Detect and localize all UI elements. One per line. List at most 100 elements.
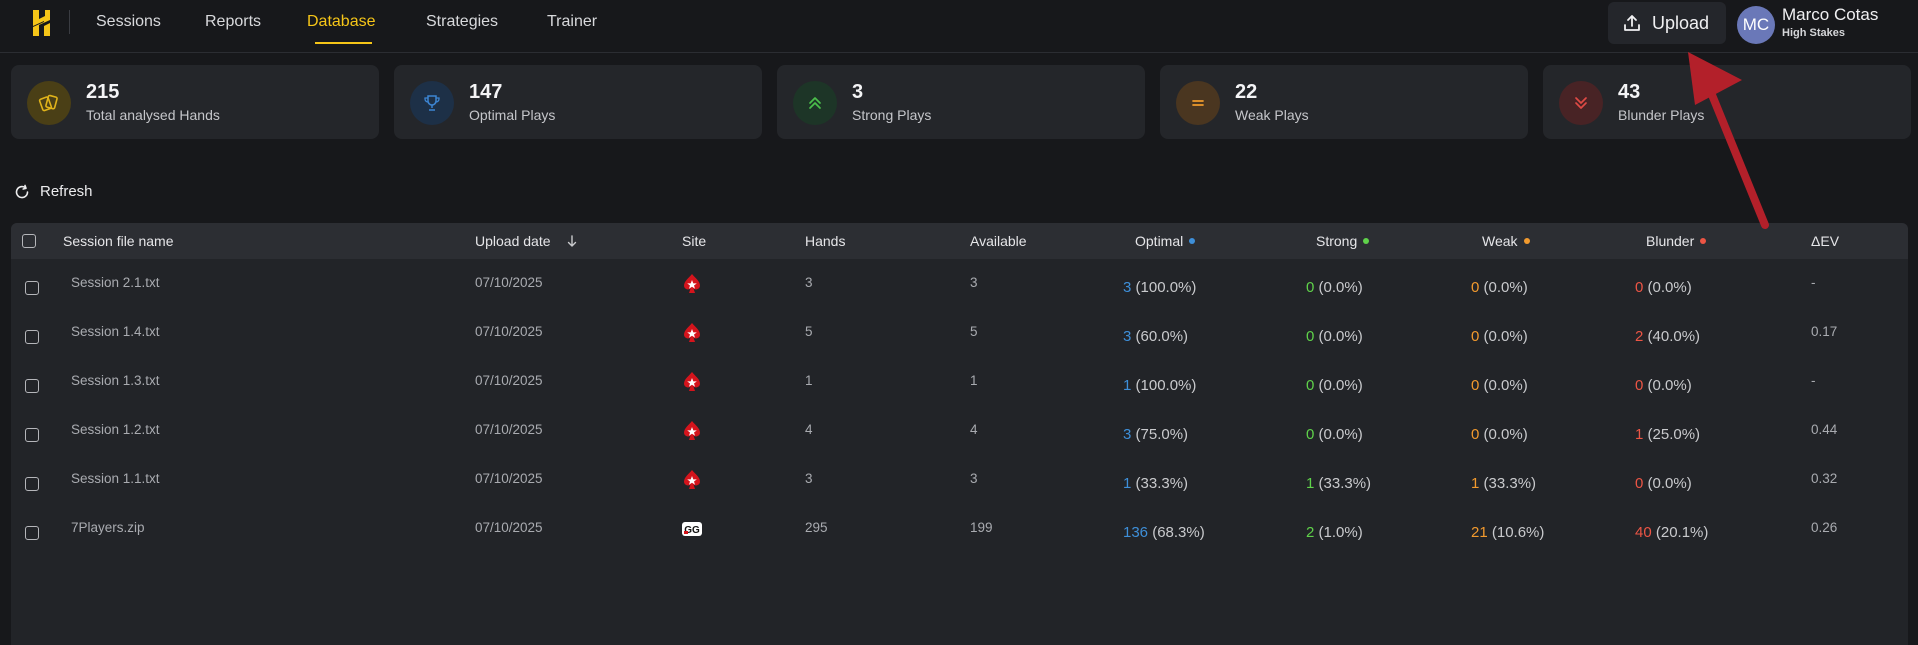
upload-label: Upload [1652, 12, 1710, 33]
strong-cell: 0 (0.0%) [1306, 328, 1363, 345]
upload-date: 07/10/2025 [475, 520, 543, 535]
table-row[interactable]: Session 1.2.txt 07/10/2025 4 4 3 (75.0%) 0 (0… [11, 414, 1908, 462]
weak-percent: (33.3%) [1483, 475, 1537, 492]
weak-percent: (0.0%) [1483, 328, 1528, 345]
delta-ev: 0.32 [1811, 471, 1838, 486]
weak-count: 0 [1471, 426, 1480, 443]
user-name[interactable]: Marco Cotas [1782, 5, 1878, 25]
header-file-name[interactable]: Session file name [63, 233, 174, 249]
row-checkbox[interactable] [25, 330, 39, 344]
row-checkbox[interactable] [25, 281, 39, 295]
delta-ev: 0.44 [1811, 422, 1838, 437]
hands-count: 1 [805, 373, 813, 388]
strong-percent: (0.0%) [1318, 377, 1363, 394]
table-row[interactable]: Session 1.1.txt 07/10/2025 3 3 1 (33.3%) 1 (3… [11, 463, 1908, 511]
blunder-dot-icon [1700, 238, 1707, 244]
optimal-count: 3 [1123, 279, 1132, 296]
optimal-cell: 3 (60.0%) [1123, 328, 1188, 345]
table-row[interactable]: Session 1.4.txt 07/10/2025 5 5 3 (60.0%) 0 (0… [11, 316, 1908, 364]
available-count: 4 [970, 422, 978, 437]
blunder-count: 0 [1635, 279, 1644, 296]
header-upload-date[interactable]: Upload date [475, 233, 579, 249]
ggpoker-icon: GG [682, 522, 702, 536]
upload-date: 07/10/2025 [475, 422, 543, 437]
blunder-percent: (0.0%) [1647, 279, 1692, 296]
upload-button[interactable]: Upload [1608, 2, 1726, 44]
upload-date: 07/10/2025 [475, 373, 543, 388]
top-navbar: Sessions Reports Database Strategies Tra… [0, 0, 1918, 53]
app-logo-icon[interactable] [30, 8, 52, 38]
stat-card-strong: 3 Strong Plays [777, 65, 1145, 139]
header-optimal[interactable]: Optimal [1135, 233, 1196, 249]
strong-count: 0 [1306, 328, 1315, 345]
hands-count: 5 [805, 324, 813, 339]
hands-count: 4 [805, 422, 813, 437]
row-checkbox[interactable] [25, 526, 39, 540]
weak-percent: (0.0%) [1483, 279, 1528, 296]
nav-strategies[interactable]: Strategies [426, 13, 498, 31]
file-name: Session 1.1.txt [71, 471, 160, 486]
strong-percent: (1.0%) [1318, 524, 1363, 541]
header-strong[interactable]: Strong [1316, 233, 1370, 249]
row-checkbox[interactable] [25, 428, 39, 442]
stat-card-optimal: 147 Optimal Plays [394, 65, 762, 139]
available-count: 199 [970, 520, 993, 535]
strong-cell: 0 (0.0%) [1306, 377, 1363, 394]
weak-percent: (0.0%) [1483, 377, 1528, 394]
header-delta-ev[interactable]: ΔEV [1811, 233, 1839, 249]
weak-count: 0 [1471, 328, 1480, 345]
blunder-count: 0 [1635, 475, 1644, 492]
stat-value: 43 [1618, 81, 1641, 103]
blunder-count: 2 [1635, 328, 1644, 345]
refresh-button[interactable]: Refresh [14, 183, 93, 200]
blunder-cell: 40 (20.1%) [1635, 524, 1708, 541]
blunder-count: 1 [1635, 426, 1644, 443]
delta-ev: 0.17 [1811, 324, 1838, 339]
file-name: Session 2.1.txt [71, 275, 160, 290]
stat-value: 215 [86, 81, 120, 103]
strong-cell: 1 (33.3%) [1306, 475, 1371, 492]
optimal-cell: 1 (100.0%) [1123, 377, 1196, 394]
header-site[interactable]: Site [682, 233, 706, 249]
stat-value: 22 [1235, 81, 1258, 103]
header-hands[interactable]: Hands [805, 233, 845, 249]
user-avatar[interactable]: MC [1737, 6, 1775, 44]
sessions-table: Session file name Upload date Site Hands… [11, 223, 1908, 645]
optimal-percent: (75.0%) [1135, 426, 1189, 443]
stat-value: 3 [852, 81, 864, 103]
pokerstars-icon [684, 421, 700, 440]
row-checkbox[interactable] [25, 379, 39, 393]
weak-cell: 0 (0.0%) [1471, 426, 1528, 443]
nav-sessions[interactable]: Sessions [96, 13, 161, 31]
optimal-percent: (60.0%) [1135, 328, 1189, 345]
strong-count: 2 [1306, 524, 1315, 541]
blunder-percent: (20.1%) [1655, 524, 1709, 541]
blunder-percent: (40.0%) [1647, 328, 1701, 345]
weak-percent: (10.6%) [1491, 524, 1545, 541]
stat-label: Strong Plays [852, 107, 932, 123]
optimal-cell: 3 (75.0%) [1123, 426, 1188, 443]
row-checkbox[interactable] [25, 477, 39, 491]
header-available[interactable]: Available [970, 233, 1027, 249]
optimal-count: 3 [1123, 328, 1132, 345]
weak-percent: (0.0%) [1483, 426, 1528, 443]
table-row[interactable]: Session 2.1.txt 07/10/2025 3 3 3 (100.0%) 0 (… [11, 267, 1908, 315]
pokerstars-icon [684, 372, 700, 391]
weak-cell: 1 (33.3%) [1471, 475, 1536, 492]
double-chevron-down-icon [1559, 81, 1603, 125]
refresh-icon [15, 184, 29, 198]
header-weak[interactable]: Weak [1482, 233, 1530, 249]
nav-reports[interactable]: Reports [205, 13, 261, 31]
pokerstars-icon [684, 274, 700, 293]
table-row[interactable]: Session 1.3.txt 07/10/2025 1 1 1 (100.0%) 0 (… [11, 365, 1908, 413]
blunder-cell: 0 (0.0%) [1635, 377, 1692, 394]
select-all-checkbox[interactable] [22, 234, 36, 248]
blunder-cell: 0 (0.0%) [1635, 475, 1692, 492]
strong-cell: 2 (1.0%) [1306, 524, 1363, 541]
strong-count: 0 [1306, 377, 1315, 394]
available-count: 3 [970, 275, 978, 290]
nav-database[interactable]: Database [307, 13, 376, 31]
nav-trainer[interactable]: Trainer [547, 13, 597, 31]
table-row[interactable]: 7Players.zip 07/10/2025 GG 295 199 136 (68.3%… [11, 512, 1908, 560]
header-blunder[interactable]: Blunder [1646, 233, 1707, 249]
